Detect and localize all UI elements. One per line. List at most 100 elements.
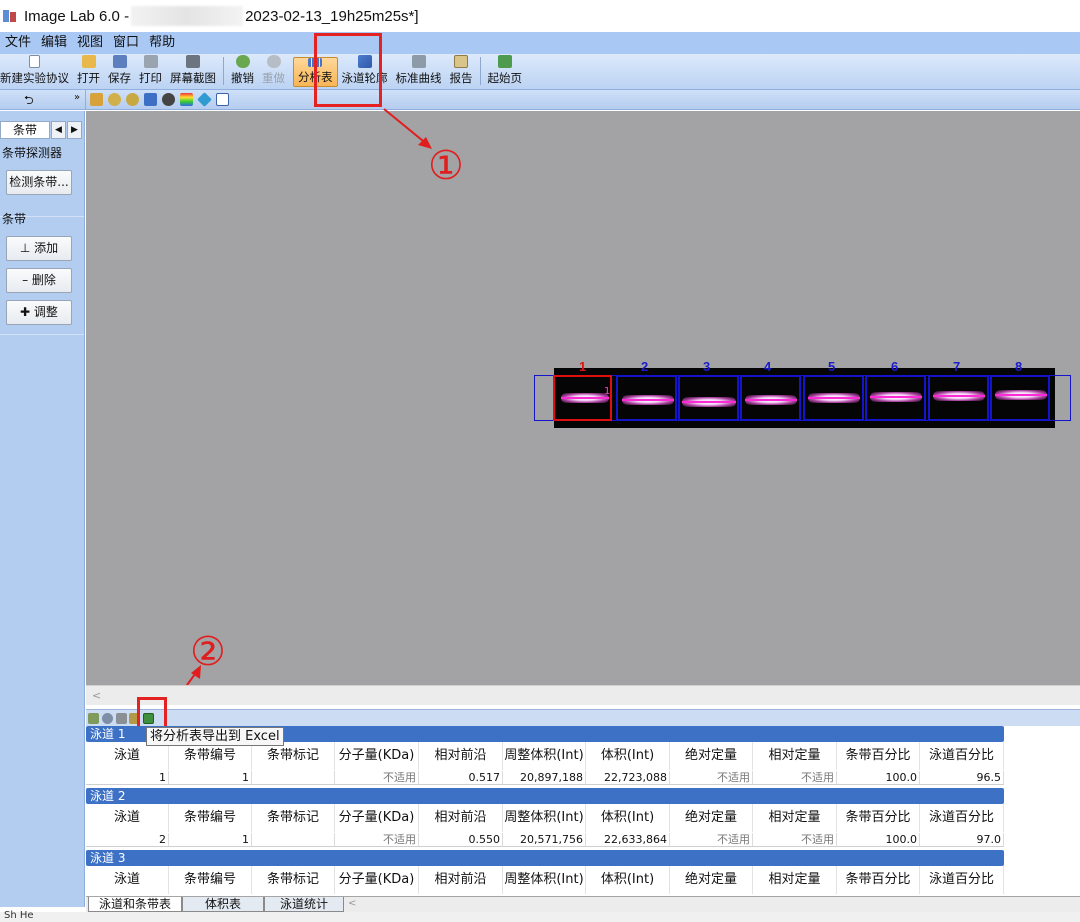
screenshot-button[interactable]: 屏幕截图 [166,55,220,89]
tab-bands[interactable]: 条带 [0,121,50,139]
toolbar-separator [223,57,224,85]
table-cell[interactable]: 0.517 [419,771,503,785]
back-arrow-icon[interactable]: ⮌ [24,91,34,112]
delete-band-button[interactable]: – 删除 [6,268,72,293]
column-header-adj-volume[interactable]: 周整体积(Int) [503,866,586,894]
column-header-abs-quant[interactable]: 绝对定量 [670,742,753,770]
column-header-band-label[interactable]: 条带标记 [252,742,335,770]
tab-volume-table[interactable]: 体积表 [182,897,264,912]
fit-to-window-icon[interactable] [144,93,157,106]
column-header-rel-quant[interactable]: 相对定量 [753,742,837,770]
zoom-in-icon[interactable] [108,93,121,106]
print-button[interactable]: 打印 [135,55,166,89]
start-page-button[interactable]: 起始页 [484,55,527,89]
column-header-volume[interactable]: 体积(Int) [586,742,670,770]
column-header-rel-front[interactable]: 相对前沿 [419,866,503,894]
column-header-adj-volume[interactable]: 周整体积(Int) [503,804,586,832]
table-cell[interactable]: 2 [86,833,169,847]
new-protocol-button[interactable]: 新建实验协议 [0,55,73,89]
table-cell[interactable]: 96.5 [920,771,1004,785]
column-header-mw[interactable]: 分子量(KDa) [335,866,419,894]
column-header-mw[interactable]: 分子量(KDa) [335,804,419,832]
scroll-left-icon[interactable]: < [92,689,101,702]
redo-button[interactable]: 重做 [258,55,289,89]
tab-scroll-left-icon[interactable]: < [348,898,356,909]
table-cell[interactable]: 1 [86,771,169,785]
lane-group-header-3[interactable]: 泳道 3 [86,850,1004,866]
column-header-band-label[interactable]: 条带标记 [252,804,335,832]
3d-view-icon[interactable] [197,92,212,107]
zoom-out-icon[interactable] [126,93,139,106]
menu-view[interactable]: 视图 [72,32,108,54]
column-header-volume[interactable]: 体积(Int) [586,804,670,832]
table-cell[interactable]: 不适用 [753,771,837,785]
column-header-adj-volume[interactable]: 周整体积(Int) [503,742,586,770]
table-cell[interactable]: 1 [169,771,252,785]
table-cell[interactable]: 不适用 [335,771,419,785]
menu-window[interactable]: 窗口 [108,32,144,54]
column-header-rel-front[interactable]: 相对前沿 [419,742,503,770]
highlight-icon[interactable] [162,93,175,106]
table-cell[interactable]: 20,897,188 [503,771,586,785]
column-header-abs-quant[interactable]: 绝对定量 [670,804,753,832]
table-cell[interactable]: 22,723,088 [586,771,670,785]
table-cell[interactable]: 0.550 [419,833,503,847]
table-cell[interactable]: 97.0 [920,833,1004,847]
table-cell[interactable] [252,833,335,847]
undo-button[interactable]: 撤销 [227,55,258,89]
column-header-lane-pct[interactable]: 泳道百分比 [920,804,1004,832]
column-header-lane[interactable]: 泳道 [86,866,169,894]
color-map-icon[interactable] [180,93,193,106]
copy-icon[interactable] [88,713,99,724]
column-header-band-pct[interactable]: 条带百分比 [837,804,920,832]
column-header-abs-quant[interactable]: 绝对定量 [670,866,753,894]
table-cell[interactable]: 不适用 [753,833,837,847]
add-band-button[interactable]: ⊥ 添加 [6,236,72,261]
image-transform-icon[interactable] [90,93,103,106]
column-header-lane[interactable]: 泳道 [86,742,169,770]
image-info-icon[interactable] [216,93,229,106]
column-header-band-label[interactable]: 条带标记 [252,866,335,894]
column-header-band-pct[interactable]: 条带百分比 [837,866,920,894]
table-cell[interactable]: 不适用 [670,771,753,785]
save-table-icon[interactable] [116,713,127,724]
refresh-icon[interactable] [102,713,113,724]
menu-help[interactable]: 帮助 [144,32,180,54]
table-cell[interactable]: 不适用 [670,833,753,847]
table-cell[interactable]: 不适用 [335,833,419,847]
report-button[interactable]: 报告 [446,55,477,89]
save-button[interactable]: 保存 [104,55,135,89]
lane-group-header-2[interactable]: 泳道 2 [86,788,1004,804]
tab-prev-icon[interactable]: ◀ [51,121,66,139]
horizontal-scrollbar[interactable]: < [86,685,1080,705]
column-header-rel-front[interactable]: 相对前沿 [419,804,503,832]
column-header-band-no[interactable]: 条带编号 [169,804,252,832]
detect-bands-button[interactable]: 检测条带... [6,170,72,195]
image-canvas[interactable]: 1 2 3 4 5 6 7 8 1 [86,111,1080,685]
column-header-lane-pct[interactable]: 泳道百分比 [920,866,1004,894]
column-header-band-pct[interactable]: 条带百分比 [837,742,920,770]
table-cell[interactable]: 100.0 [837,771,920,785]
column-header-mw[interactable]: 分子量(KDa) [335,742,419,770]
column-header-band-no[interactable]: 条带编号 [169,742,252,770]
column-header-rel-quant[interactable]: 相对定量 [753,866,837,894]
column-header-volume[interactable]: 体积(Int) [586,866,670,894]
table-cell[interactable]: 100.0 [837,833,920,847]
table-cell[interactable]: 1 [169,833,252,847]
column-header-band-no[interactable]: 条带编号 [169,866,252,894]
tab-lanes-and-bands[interactable]: 泳道和条带表 [88,897,182,912]
open-button[interactable]: 打开 [73,55,104,89]
column-header-lane-pct[interactable]: 泳道百分比 [920,742,1004,770]
menu-edit[interactable]: 编辑 [36,32,72,54]
table-cell[interactable] [252,771,335,785]
expand-icon[interactable]: » [74,92,80,103]
tab-next-icon[interactable]: ▶ [67,121,82,139]
standard-curve-button[interactable]: 标准曲线 [392,55,446,89]
table-cell[interactable]: 22,633,864 [586,833,670,847]
table-cell[interactable]: 20,571,756 [503,833,586,847]
column-header-lane[interactable]: 泳道 [86,804,169,832]
tab-lane-statistics[interactable]: 泳道统计 [264,897,344,912]
column-header-rel-quant[interactable]: 相对定量 [753,804,837,832]
adjust-band-button[interactable]: ✚ 调整 [6,300,72,325]
menu-file[interactable]: 文件 [0,32,36,54]
